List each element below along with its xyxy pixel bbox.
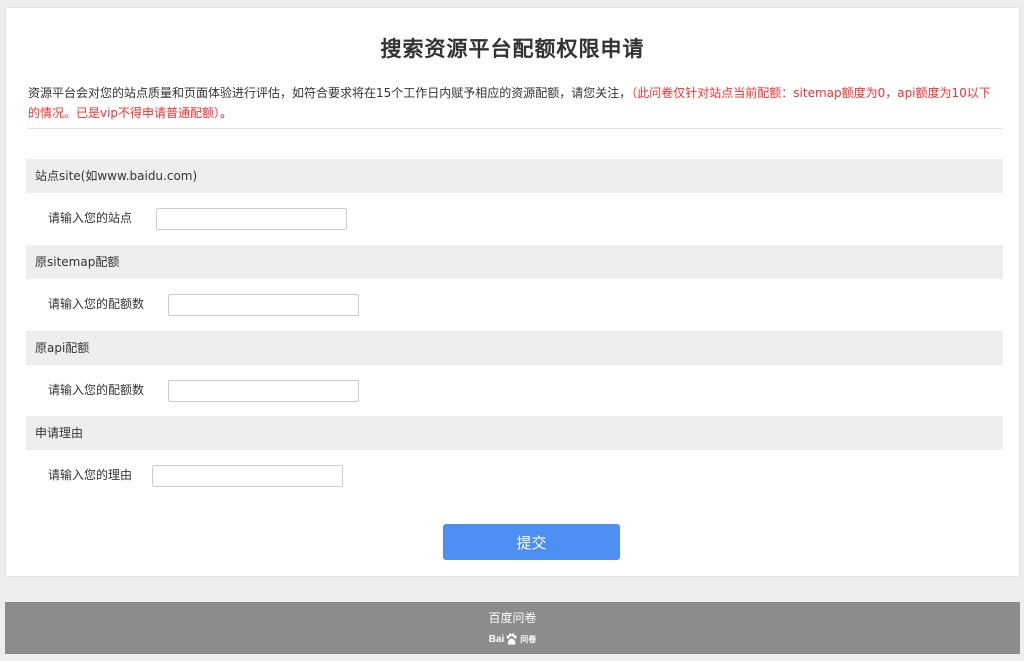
site-input[interactable]	[156, 208, 347, 230]
reason-label: 请输入您的理由	[48, 468, 133, 482]
description-text: 资源平台会对您的站点质量和页面体验进行评估，如符合要求将在15个工作日内赋予相应…	[28, 86, 632, 100]
section-header-sitemap: 原sitemap配额	[26, 245, 1003, 279]
survey-card: 搜索资源平台配额权限申请 资源平台会对您的站点质量和页面体验进行评估，如符合要求…	[5, 7, 1020, 577]
reason-input[interactable]	[152, 465, 343, 487]
logo-text-left: Bai	[488, 633, 505, 645]
baidu-wenjuan-logo[interactable]: Bai 问卷	[5, 630, 1020, 648]
sitemap-quota-input[interactable]	[168, 294, 359, 316]
description-end: 。	[220, 106, 233, 120]
logo-text-right: 问卷	[520, 634, 537, 644]
paw-icon	[505, 632, 518, 646]
page-title: 搜索资源平台配额权限申请	[380, 37, 645, 61]
divider	[28, 128, 1003, 129]
section-header-reason: 申请理由	[26, 416, 1003, 450]
api-quota-label: 请输入您的配额数	[48, 383, 145, 397]
survey-description: 资源平台会对您的站点质量和页面体验进行评估，如符合要求将在15个工作日内赋予相应…	[28, 83, 998, 123]
section-header-site: 站点site(如www.baidu.com)	[26, 159, 1003, 193]
footer: 百度问卷 Bai 问卷	[5, 602, 1020, 654]
site-label: 请输入您的站点	[48, 211, 133, 225]
footer-brand-text: 百度问卷	[488, 611, 537, 625]
section-header-api: 原api配额	[26, 331, 1003, 365]
submit-button[interactable]: 提交	[443, 524, 620, 560]
sitemap-quota-label: 请输入您的配额数	[48, 297, 145, 311]
api-quota-input[interactable]	[168, 380, 359, 402]
